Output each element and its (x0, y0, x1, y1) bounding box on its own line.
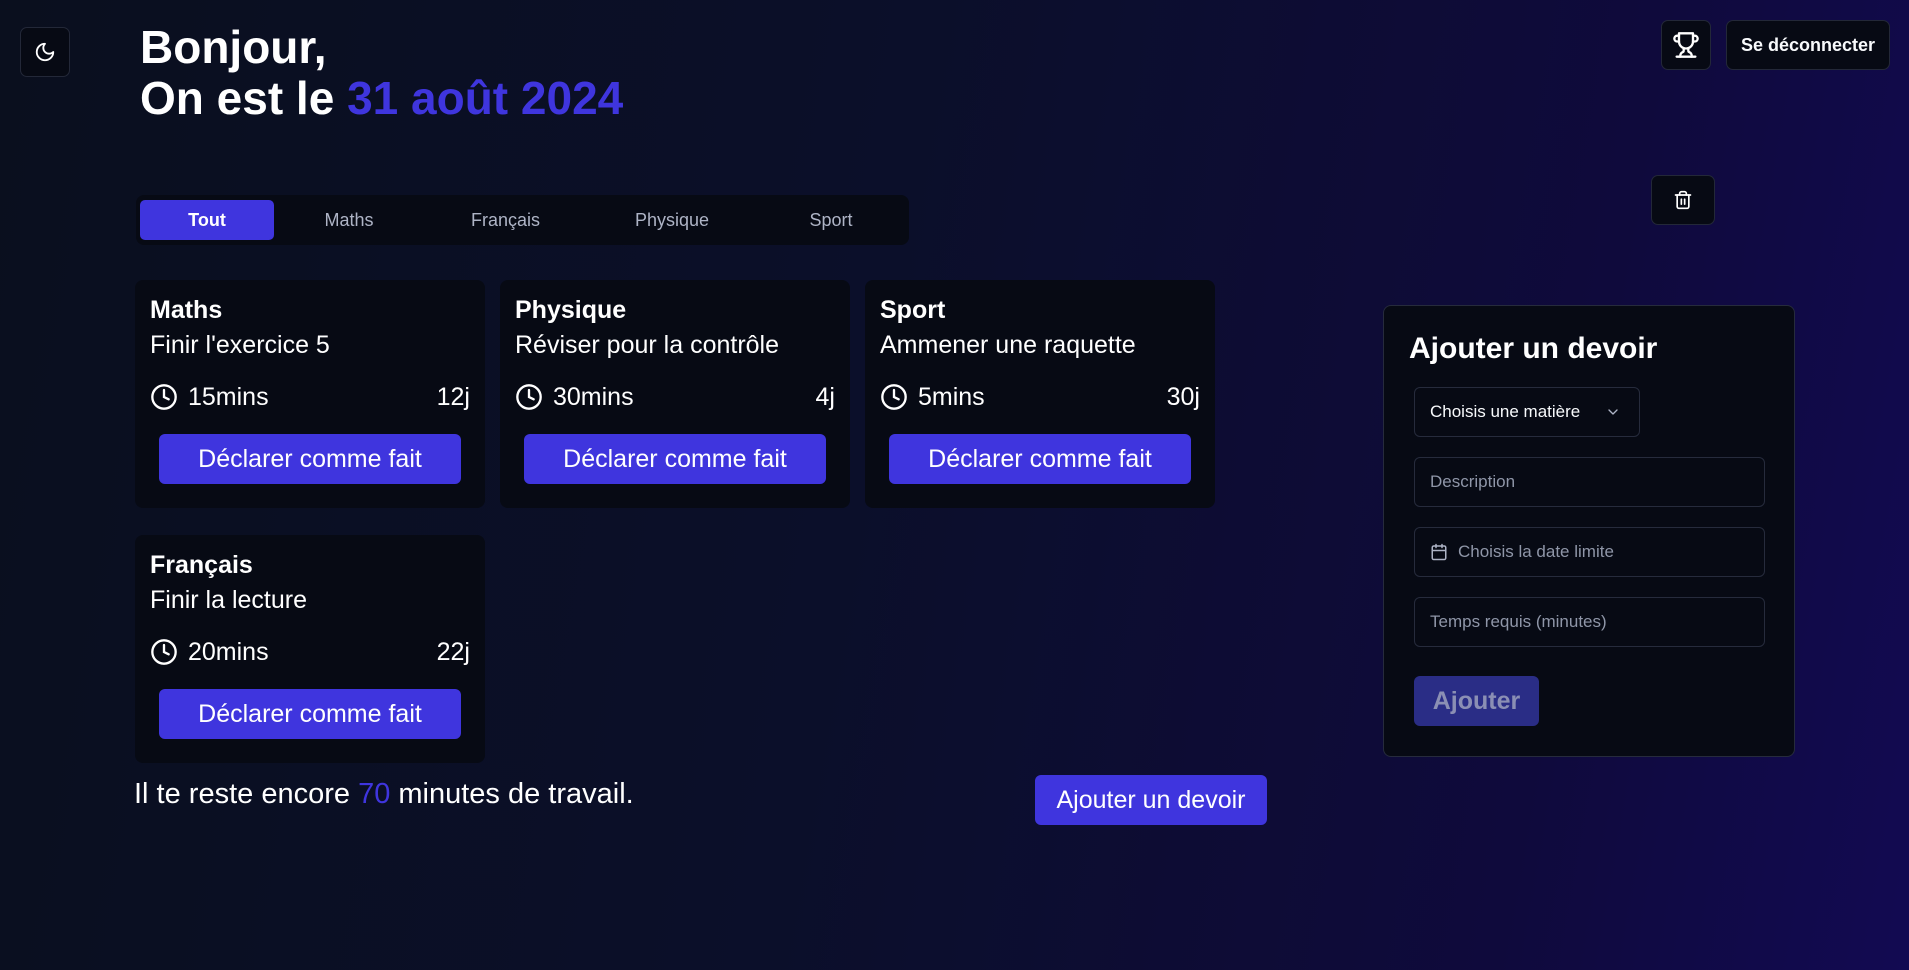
clock-icon (881, 384, 907, 410)
task-description: Réviser pour la contrôle (515, 331, 780, 359)
description-input[interactable] (1430, 472, 1749, 492)
clock-icon (151, 639, 177, 665)
mark-done-button[interactable]: Déclarer comme fait (524, 434, 826, 484)
mark-done-button[interactable]: Déclarer comme fait (159, 434, 461, 484)
add-task-button[interactable]: Ajouter un devoir (1035, 775, 1267, 825)
task-description: Finir l'exercice 5 (150, 331, 330, 359)
task-meta: 20mins 22j (150, 635, 470, 669)
date-line: On est le 31 août 2024 (140, 73, 623, 124)
mark-done-button[interactable]: Déclarer comme fait (159, 689, 461, 739)
task-days-left: 12j (436, 382, 470, 411)
add-task-form: Ajouter un devoir Choisis une matière Ch… (1383, 305, 1795, 757)
task-description: Finir la lecture (150, 586, 307, 614)
greeting-heading: Bonjour, On est le 31 août 2024 (140, 22, 623, 124)
task-subject: Physique (515, 296, 627, 324)
calendar-icon (1431, 543, 1447, 561)
trash-icon (1674, 190, 1692, 210)
task-time: 20mins (150, 638, 269, 667)
theme-toggle-button[interactable] (20, 27, 70, 77)
date-picker-label: Choisis la date limite (1458, 542, 1614, 561)
task-days-left: 30j (1166, 382, 1200, 411)
remaining-minutes: 70 (358, 778, 391, 810)
task-card: Sport Ammener une raquette 5mins 30j Déc… (865, 280, 1215, 508)
tab-maths[interactable]: Maths (274, 200, 424, 240)
tab-francais[interactable]: Français (424, 200, 587, 240)
tab-physique[interactable]: Physique (587, 200, 757, 240)
task-meta: 15mins 12j (150, 380, 470, 414)
trophy-icon (1673, 32, 1699, 58)
time-field[interactable] (1414, 597, 1765, 647)
tab-sport[interactable]: Sport (757, 200, 905, 240)
description-field[interactable] (1414, 457, 1765, 507)
task-duration: 30mins (553, 382, 634, 411)
submit-button[interactable]: Ajouter (1414, 676, 1539, 726)
date-prefix: On est le (140, 72, 335, 124)
task-meta: 5mins 30j (880, 380, 1200, 414)
mark-done-button[interactable]: Déclarer comme fait (889, 434, 1191, 484)
chevron-down-icon (1608, 409, 1618, 415)
task-description: Ammener une raquette (880, 331, 1136, 359)
greeting-line: Bonjour, (140, 21, 327, 73)
task-card: Français Finir la lecture 20mins 22j Déc… (135, 535, 485, 763)
task-time: 5mins (880, 383, 985, 412)
current-date: 31 août 2024 (347, 72, 624, 124)
trophy-button[interactable] (1661, 20, 1711, 70)
summary-prefix: Il te reste encore (134, 778, 350, 810)
summary-suffix: minutes de travail. (398, 778, 634, 810)
moon-icon (35, 42, 55, 62)
task-time: 15mins (150, 383, 269, 412)
task-subject: Français (150, 551, 253, 579)
task-days-left: 4j (815, 382, 835, 411)
subject-tabs: Tout Maths Français Physique Sport (136, 195, 909, 245)
logout-button[interactable]: Se déconnecter (1726, 20, 1890, 70)
task-card: Maths Finir l'exercice 5 15mins 12j Décl… (135, 280, 485, 508)
task-subject: Maths (150, 296, 223, 324)
task-subject: Sport (880, 296, 946, 324)
subject-select[interactable]: Choisis une matière (1414, 387, 1640, 437)
clock-icon (516, 384, 542, 410)
time-required-input[interactable] (1430, 612, 1749, 632)
task-days-left: 22j (436, 637, 470, 666)
task-duration: 15mins (188, 382, 269, 411)
date-picker[interactable]: Choisis la date limite (1414, 527, 1765, 577)
task-time: 30mins (515, 383, 634, 412)
remaining-work-summary: Il te reste encore 70 minutes de travail… (134, 778, 634, 811)
task-duration: 5mins (918, 382, 985, 411)
task-duration: 20mins (188, 637, 269, 666)
task-card: Physique Réviser pour la contrôle 30mins… (500, 280, 850, 508)
subject-select-label: Choisis une matière (1430, 402, 1581, 421)
task-meta: 30mins 4j (515, 380, 835, 414)
delete-button[interactable] (1651, 175, 1715, 225)
clock-icon (151, 384, 177, 410)
form-title: Ajouter un devoir (1409, 332, 1658, 365)
tab-tout[interactable]: Tout (140, 200, 274, 240)
